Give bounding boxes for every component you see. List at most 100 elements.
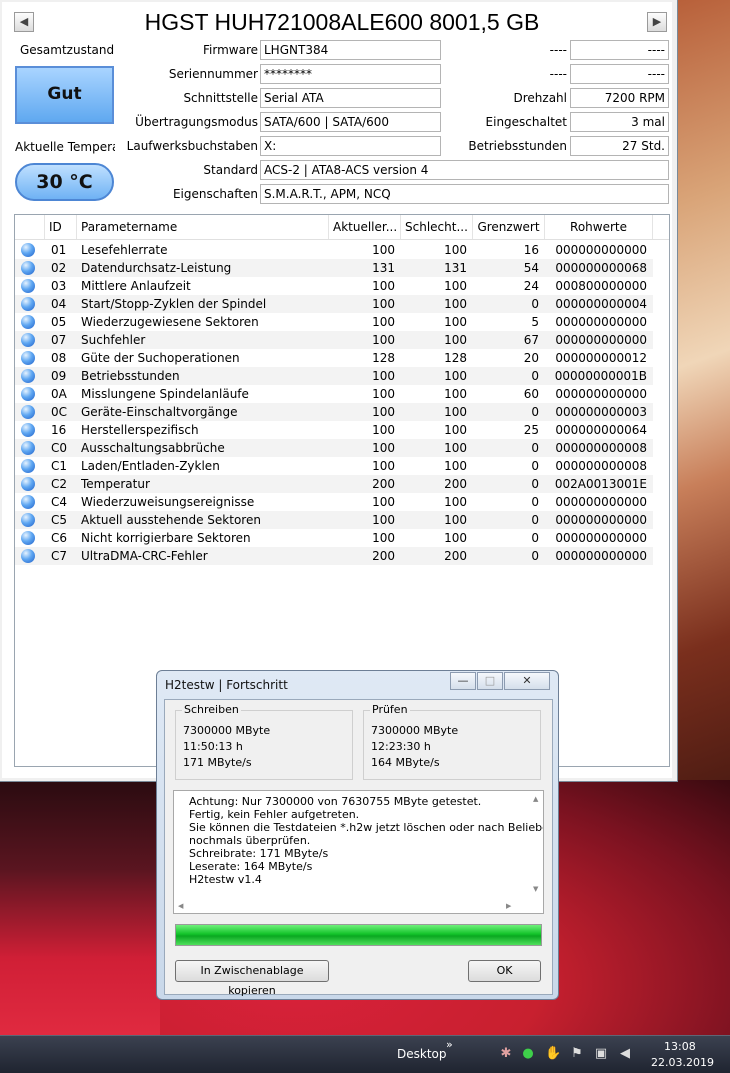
status-good-icon <box>21 423 35 437</box>
row-id: C7 <box>51 549 68 563</box>
row-threshold: 0 <box>531 405 539 419</box>
ok-button[interactable]: OK <box>468 960 541 982</box>
table-row[interactable]: C0 Ausschaltungsabbrüche 100 100 0 0000000000… <box>15 439 653 457</box>
row-threshold: 25 <box>523 423 539 437</box>
row-raw: 000000000068 <box>555 261 647 275</box>
row-threshold: 0 <box>531 441 539 455</box>
column-parameter[interactable]: Parametername <box>77 215 329 239</box>
table-row[interactable]: 03 Mittlere Anlaufzeit 100 100 24 00080000000… <box>15 277 653 295</box>
table-row[interactable]: 08 Güte der Suchoperationen 128 128 20 000000… <box>15 349 653 367</box>
table-row[interactable]: C5 Aktuell ausstehende Sektoren 100 100 0 000… <box>15 511 653 529</box>
previous-disk-button[interactable]: ◀ <box>14 12 34 32</box>
scroll-up-icon[interactable]: ▲ <box>533 795 541 803</box>
toolbar-chevron-icon[interactable]: » <box>446 1037 453 1053</box>
transfer-mode-label: Übertragungsmodus <box>135 115 258 129</box>
tray-hand-icon[interactable]: ✋ <box>545 1046 561 1062</box>
row-id: 0C <box>51 405 68 419</box>
dialog-title: H2testw | Fortschritt <box>165 678 288 692</box>
row-raw: 002A0013001E <box>554 477 647 491</box>
table-row[interactable]: 01 Lesefehlerrate 100 100 16 000000000000 <box>15 241 653 259</box>
minimize-button[interactable]: — <box>450 672 476 690</box>
network-icon[interactable]: ▣ <box>593 1046 609 1062</box>
row-parameter: UltraDMA-CRC-Fehler <box>81 549 208 563</box>
unknown-field-2: ---- <box>570 64 669 84</box>
log-line: Fertig, kein Fehler aufgetreten. <box>189 808 360 821</box>
verify-time: 12:23:30 h <box>371 740 431 753</box>
h2testw-dialog: H2testw | Fortschritt — □ ✕ Schreiben 73… <box>156 670 559 1000</box>
log-line: Achtung: Nur 7300000 von 7630755 MByte g… <box>189 795 482 808</box>
scroll-right-icon[interactable]: ▶ <box>506 902 511 910</box>
verify-group: Prüfen 7300000 MByte 12:23:30 h 164 MByt… <box>363 703 541 780</box>
row-raw: 000000000003 <box>555 405 647 419</box>
scroll-down-icon[interactable]: ▼ <box>533 885 541 893</box>
unknown-label-1: ---- <box>549 43 567 57</box>
power-on-count-label: Eingeschaltet <box>485 115 567 129</box>
standard-field: ACS-2 | ATA8-ACS version 4 <box>260 160 669 180</box>
desktop-toolbar[interactable]: Desktop <box>397 1046 447 1062</box>
table-row[interactable]: C2 Temperatur 200 200 0 002A0013001E <box>15 475 653 493</box>
row-raw: 000000000000 <box>555 315 647 329</box>
action-center-flag-icon[interactable]: ⚑ <box>569 1046 585 1062</box>
copy-to-clipboard-button[interactable]: In Zwischenablage kopieren <box>175 960 329 997</box>
column-current[interactable]: Aktueller... <box>329 215 401 239</box>
table-row[interactable]: 0A Misslungene Spindelanläufe 100 100 60 0000… <box>15 385 653 403</box>
unknown-field-1: ---- <box>570 40 669 60</box>
row-parameter: Geräte-Einschaltvorgänge <box>81 405 238 419</box>
row-threshold: 0 <box>531 369 539 383</box>
row-id: 08 <box>51 351 67 365</box>
table-row[interactable]: 05 Wiederzugewiesene Sektoren 100 100 5 00000… <box>15 313 653 331</box>
table-row[interactable]: 02 Datendurchsatz-Leistung 131 131 54 0000000… <box>15 259 653 277</box>
table-row[interactable]: 07 Suchfehler 100 100 67 000000000000 <box>15 331 653 349</box>
health-status-button[interactable]: Gut <box>15 66 114 124</box>
table-row[interactable]: C1 Laden/Entladen-Zyklen 100 100 0 0000000000… <box>15 457 653 475</box>
verify-size: 7300000 MByte <box>371 724 459 737</box>
wallpaper <box>676 0 730 800</box>
status-good-icon <box>21 297 35 311</box>
dialog-body: Schreiben 7300000 MByte 11:50:13 h 171 M… <box>164 699 553 997</box>
row-raw: 000800000000 <box>555 279 647 293</box>
wallpaper <box>0 780 160 1035</box>
table-row[interactable]: 09 Betriebsstunden 100 100 0 00000000001B <box>15 367 653 385</box>
row-worst: 100 <box>444 279 467 293</box>
tray-app-icon[interactable]: ✱ <box>498 1046 514 1062</box>
table-row[interactable]: 04 Start/Stopp-Zyklen der Spindel 100 100 0 0… <box>15 295 653 313</box>
row-raw: 000000000064 <box>555 423 647 437</box>
row-worst: 100 <box>444 495 467 509</box>
row-worst: 100 <box>444 333 467 347</box>
transfer-mode-field: SATA/600 | SATA/600 <box>260 112 441 132</box>
table-row[interactable]: C6 Nicht korrigierbare Sektoren 100 100 0 000… <box>15 529 653 547</box>
maximize-button[interactable]: □ <box>477 672 503 690</box>
row-id: 07 <box>51 333 67 347</box>
close-button[interactable]: ✕ <box>504 672 550 690</box>
column-status[interactable] <box>15 215 45 239</box>
features-field: S.M.A.R.T., APM, NCQ <box>260 184 669 204</box>
row-parameter: Nicht korrigierbare Sektoren <box>81 531 251 545</box>
write-size: 7300000 MByte <box>183 724 271 737</box>
column-raw[interactable]: Rohwerte <box>545 215 653 239</box>
interface-field: Serial ATA <box>260 88 441 108</box>
volume-icon[interactable]: ◀ <box>617 1046 633 1062</box>
temperature-button[interactable]: 30 °C <box>15 163 114 201</box>
column-id[interactable]: ID <box>45 215 77 239</box>
row-threshold: 0 <box>531 477 539 491</box>
table-row[interactable]: C4 Wiederzuweisungsereignisse 100 100 0 00000… <box>15 493 653 511</box>
column-threshold[interactable]: Grenzwert <box>473 215 545 239</box>
progress-bar <box>175 924 542 946</box>
clock-time[interactable]: 13:08 <box>664 1039 696 1055</box>
next-disk-button[interactable]: ▶ <box>647 12 667 32</box>
table-row[interactable]: C7 UltraDMA-CRC-Fehler 200 200 0 000000000000 <box>15 547 653 565</box>
interface-label: Schnittstelle <box>183 91 258 105</box>
clock-date[interactable]: 22.03.2019 <box>651 1055 714 1071</box>
row-current: 100 <box>372 495 395 509</box>
tray-security-icon[interactable]: ● <box>520 1046 536 1062</box>
status-good-icon <box>21 351 35 365</box>
scroll-left-icon[interactable]: ◀ <box>178 902 183 910</box>
row-threshold: 0 <box>531 549 539 563</box>
table-row[interactable]: 16 Herstellerspezifisch 100 100 25 0000000000… <box>15 421 653 439</box>
table-row[interactable]: 0C Geräte-Einschaltvorgänge 100 100 0 0000000… <box>15 403 653 421</box>
column-worst[interactable]: Schlecht... <box>401 215 473 239</box>
row-raw: 000000000000 <box>555 513 647 527</box>
result-log[interactable]: Achtung: Nur 7300000 von 7630755 MByte g… <box>173 790 544 914</box>
status-good-icon <box>21 459 35 473</box>
row-parameter: Wiederzuweisungsereignisse <box>81 495 255 509</box>
